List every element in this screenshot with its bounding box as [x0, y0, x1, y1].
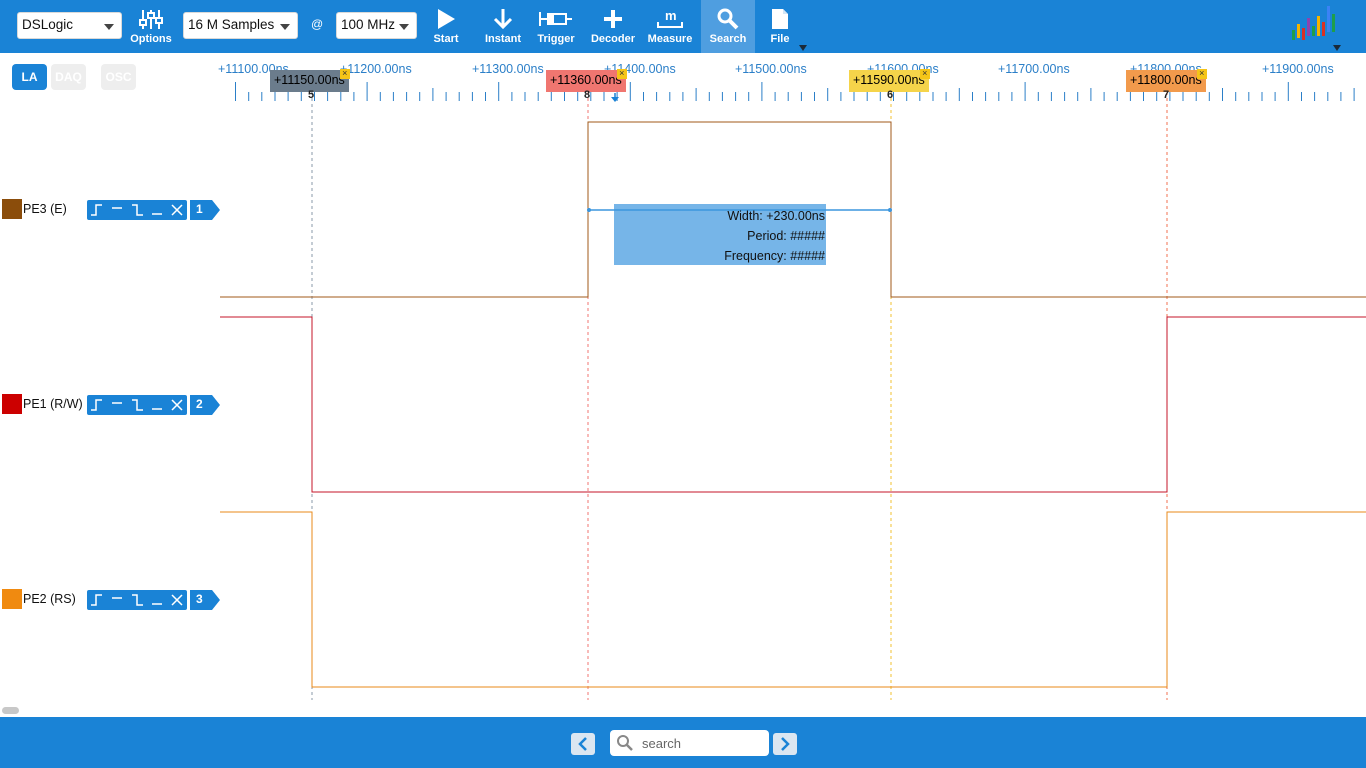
trigger-edge-icons: [91, 399, 183, 411]
channel-color-swatch[interactable]: [2, 199, 22, 219]
trigger-position-icon: [611, 97, 619, 102]
trigger-edge-icons: [91, 594, 183, 606]
measure-width: Width: +230.00ns: [727, 209, 825, 223]
waveform-pe1: [220, 316, 1366, 493]
horizontal-scrollbar[interactable]: [0, 703, 1366, 717]
waveform-pe2: [220, 511, 1366, 688]
measurement-popup: Width: +230.00ns Period: ##### Frequency…: [614, 204, 826, 265]
app-window: DSLogic Options 16 M Samples @ 100 MHz S…: [0, 0, 1366, 768]
cursor-time: +11150.00ns: [274, 73, 345, 87]
channel-index: 3: [196, 592, 203, 606]
close-icon[interactable]: ×: [339, 69, 350, 79]
channel-index-tag[interactable]: 2: [190, 395, 220, 415]
close-icon[interactable]: ×: [919, 69, 930, 79]
channel-index-tag[interactable]: 3: [190, 590, 220, 610]
measure-endpoint: [888, 208, 892, 212]
chevron-right-icon: [781, 737, 790, 751]
search-next-button[interactable]: [773, 733, 797, 755]
channel-index: 2: [196, 397, 203, 411]
channel-index-tag[interactable]: 1: [190, 200, 220, 220]
channel-name[interactable]: PE1 (R/W): [23, 397, 83, 411]
measure-endpoint: [587, 208, 591, 212]
channel-name[interactable]: PE3 (E): [23, 202, 67, 216]
cursor-number: 6: [887, 89, 894, 101]
search-icon: [617, 735, 633, 751]
channel-color-swatch[interactable]: [2, 589, 22, 609]
chevron-left-icon: [578, 737, 587, 751]
trigger-edge-icons: [91, 204, 183, 216]
cursor-time: +11800.00ns: [1130, 73, 1202, 87]
search-bar: [0, 717, 1366, 768]
channel-trigger-selector[interactable]: [87, 200, 187, 220]
channel-trigger-selector[interactable]: [87, 590, 187, 610]
search-input[interactable]: [642, 734, 762, 752]
channel-color-swatch[interactable]: [2, 394, 22, 414]
search-prev-button[interactable]: [571, 733, 595, 755]
search-field[interactable]: [610, 730, 769, 756]
cursor-time: +11360.00ns: [550, 73, 622, 87]
cursor-number: 8: [584, 89, 591, 101]
measure-frequency: Frequency: #####: [724, 249, 825, 263]
channel-trigger-selector[interactable]: [87, 395, 187, 415]
waveform-area[interactable]: [0, 0, 1366, 768]
close-icon[interactable]: ×: [1196, 69, 1207, 79]
measure-period: Period: #####: [747, 229, 825, 243]
cursor-time: +11590.00ns: [853, 73, 925, 87]
channel-name[interactable]: PE2 (RS): [23, 592, 76, 606]
scrollbar-thumb[interactable]: [2, 707, 19, 714]
close-icon[interactable]: ×: [616, 69, 627, 79]
channel-index: 1: [196, 202, 203, 216]
cursor-number: 7: [1163, 89, 1170, 101]
cursor-number: 5: [308, 89, 315, 101]
